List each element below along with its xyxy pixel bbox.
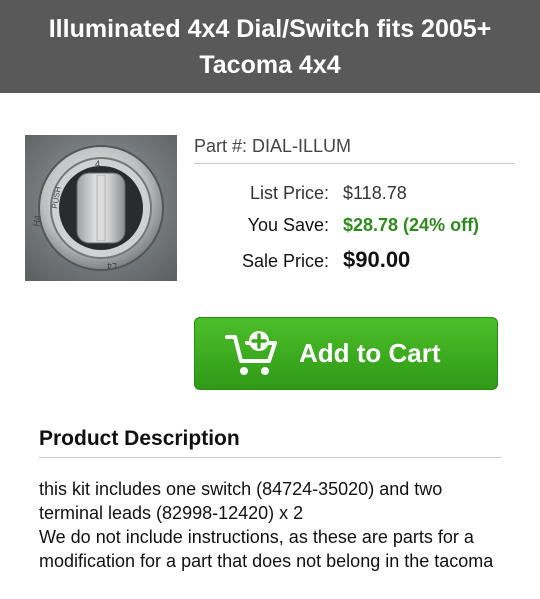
page-header: Illuminated 4x4 Dial/Switch fits 2005+ T… <box>0 0 540 93</box>
dial-switch-image: PUSH H4 4 L4 <box>25 135 177 281</box>
list-price-row: List Price: $118.78 <box>194 183 514 215</box>
you-save-label: You Save: <box>247 215 329 235</box>
description-line: this kit includes one switch (84724-3502… <box>39 479 443 523</box>
add-to-cart-label: Add to Cart <box>299 338 441 368</box>
add-to-cart-button[interactable]: Add to Cart <box>194 317 498 390</box>
you-save-value: $28.78 (24% off) <box>343 215 480 235</box>
description-line: We do not include instructions, as these… <box>39 527 494 571</box>
sale-price-label: Sale Price: <box>241 251 329 271</box>
product-image[interactable]: PUSH H4 4 L4 <box>25 135 177 281</box>
cart-add-icon <box>225 330 277 375</box>
dial-h4-text: H4 <box>31 214 43 227</box>
sale-price-row: Sale Price: $90.00 <box>194 247 514 279</box>
list-price-value: $118.78 <box>343 183 407 203</box>
dial-4-text: 4 <box>95 159 100 169</box>
page-title: Illuminated 4x4 Dial/Switch fits 2005+ T… <box>48 14 492 79</box>
dial-l4-text: L4 <box>107 261 117 271</box>
description-body: this kit includes one switch (84724-3502… <box>39 477 509 573</box>
sale-price-value: $90.00 <box>343 247 411 272</box>
you-save-row: You Save: $28.78 (24% off) <box>194 215 514 247</box>
description-heading: Product Description <box>39 427 501 458</box>
list-price-label: List Price: <box>249 183 329 203</box>
part-number: Part #: DIAL-ILLUM <box>194 136 514 164</box>
price-block: List Price: $118.78 You Save: $28.78 (24… <box>194 183 514 279</box>
